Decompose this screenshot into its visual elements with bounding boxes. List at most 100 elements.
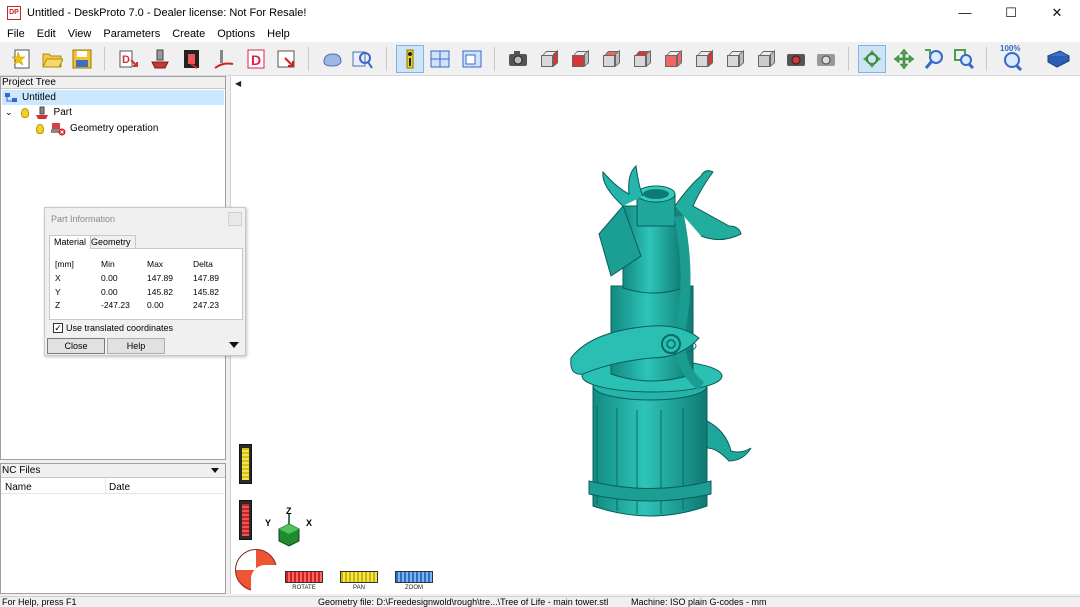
row-delta: 147.89 <box>193 273 219 283</box>
view-camera-button[interactable] <box>782 45 810 73</box>
dimensions-table: [mm] Min Max Delta X 0.00 147.89 147.89 … <box>49 248 243 320</box>
axis-y-label: Y <box>265 518 272 528</box>
part-parameters-icon <box>151 49 169 69</box>
header-min: Min <box>101 259 115 269</box>
nc-files-header[interactable]: NC Files <box>1 464 225 478</box>
vertical-slider-top[interactable] <box>239 444 252 484</box>
dialog-close-icon[interactable] <box>228 212 242 226</box>
row-max: 147.89 <box>147 273 173 283</box>
view-front-button[interactable] <box>566 45 594 73</box>
save-nc-button[interactable] <box>272 45 300 73</box>
camera-icon <box>787 54 805 66</box>
create-nc-icon: D <box>247 49 265 69</box>
chevron-down-icon[interactable] <box>211 468 219 473</box>
view-right-button[interactable] <box>721 45 749 73</box>
help-book-button[interactable] <box>1044 45 1072 73</box>
new-file-icon <box>11 49 30 69</box>
row-min: 0.00 <box>101 287 118 297</box>
create-nc-button[interactable]: D <box>242 45 270 73</box>
view-reset-button[interactable] <box>812 45 840 73</box>
status-geometry-file: Geometry file: D:\Freedesignwold\rough\t… <box>318 597 609 607</box>
operation-parameters-button[interactable] <box>178 45 206 73</box>
use-translated-coordinates-checkbox[interactable]: ✓ Use translated coordinates <box>53 323 173 333</box>
view-cube-icon <box>756 49 776 68</box>
help-button[interactable]: Help <box>107 338 165 354</box>
menu-create[interactable]: Create <box>166 28 211 40</box>
row-max: 145.82 <box>147 287 173 297</box>
menu-parameters[interactable]: Parameters <box>97 28 166 40</box>
rotate-mode-button[interactable] <box>858 45 886 73</box>
open-project-button[interactable] <box>38 45 66 73</box>
window-view-button[interactable] <box>458 45 486 73</box>
lightbulb-icon[interactable] <box>36 123 44 134</box>
close-button[interactable]: Close <box>47 338 105 354</box>
view-cube-icon <box>539 49 559 68</box>
pan-mode-button[interactable] <box>890 45 918 73</box>
3d-viewport[interactable]: ◀ Z Y X ROTATE PAN ZOOM <box>230 76 1080 594</box>
dialog-title: Part Information <box>51 214 116 224</box>
row-axis: Y <box>55 287 61 297</box>
tree-item-geometry-operation[interactable]: Geometry operation <box>36 121 158 136</box>
view-cube-icon <box>725 49 745 68</box>
screenshot-button[interactable] <box>504 45 532 73</box>
maximize-button[interactable]: ☐ <box>988 0 1034 25</box>
simulation-button[interactable] <box>318 45 346 73</box>
new-project-button[interactable] <box>8 45 36 73</box>
status-help: For Help, press F1 <box>2 597 77 607</box>
part-parameters-button[interactable] <box>146 45 174 73</box>
checkbox-label: Use translated coordinates <box>66 323 174 333</box>
camera-icon <box>817 54 835 66</box>
chevron-down-icon[interactable]: ⌄ <box>5 107 13 118</box>
vertical-slider-bottom[interactable] <box>239 500 252 540</box>
tree-item-untitled[interactable]: Untitled <box>2 90 224 105</box>
save-project-button[interactable] <box>68 45 96 73</box>
tree-item-label: Untitled <box>22 92 56 103</box>
expand-dialog-icon[interactable] <box>229 342 239 348</box>
geometry-operation-icon <box>51 122 66 135</box>
toolpath-icon <box>214 50 234 69</box>
tree-item-part[interactable]: ⌄ Part <box>5 105 72 120</box>
load-geometry-button[interactable]: D <box>114 45 142 73</box>
status-machine: Machine: ISO plain G-codes - mm <box>631 597 767 607</box>
menu-options[interactable]: Options <box>211 28 261 40</box>
view-top-button[interactable] <box>628 45 656 73</box>
lightbulb-icon[interactable] <box>20 107 29 118</box>
view-cube-icon <box>570 49 590 68</box>
zoom-control[interactable] <box>395 571 433 583</box>
view-left-button[interactable] <box>690 45 718 73</box>
pan-control[interactable] <box>340 571 378 583</box>
operation-icon <box>184 50 199 69</box>
view-back-button[interactable] <box>597 45 625 73</box>
menu-help[interactable]: Help <box>261 28 296 40</box>
zoom-window-button[interactable] <box>950 45 978 73</box>
row-axis: Z <box>55 300 61 310</box>
view-iso-button[interactable] <box>535 45 563 73</box>
view-default-button[interactable] <box>752 45 780 73</box>
menu-view[interactable]: View <box>62 28 98 40</box>
tab-geometry[interactable]: Geometry <box>86 235 136 249</box>
view-bottom-button[interactable] <box>659 45 687 73</box>
layout-view-button[interactable] <box>426 45 454 73</box>
toolpath-button[interactable] <box>210 45 238 73</box>
row-min: 0.00 <box>101 273 118 283</box>
column-date[interactable]: Date <box>109 482 130 493</box>
close-window-button[interactable]: ✕ <box>1034 0 1080 25</box>
column-name[interactable]: Name <box>5 482 32 493</box>
zoom-mode-button[interactable] <box>920 45 948 73</box>
rotate-control[interactable] <box>285 571 323 583</box>
layout-icon <box>430 50 450 68</box>
menu-edit[interactable]: Edit <box>31 28 62 40</box>
toolbar: D D 100% <box>0 42 1080 76</box>
zoom-100-button[interactable]: 100% <box>998 44 1026 73</box>
camera-icon <box>509 51 527 66</box>
preview-button[interactable] <box>348 45 376 73</box>
minimize-button[interactable]: — <box>942 0 988 25</box>
checkbox-check-icon[interactable]: ✓ <box>53 323 63 333</box>
part-information-dialog: Part Information Material Geometry [mm] … <box>44 207 246 356</box>
menu-file[interactable]: File <box>1 28 31 40</box>
part-information-button[interactable] <box>396 45 424 73</box>
tab-material[interactable]: Material <box>49 235 92 249</box>
menu-bar: File Edit View Parameters Create Options… <box>0 25 1080 42</box>
zoom-icon <box>924 49 943 69</box>
header-delta: Delta <box>193 259 213 269</box>
